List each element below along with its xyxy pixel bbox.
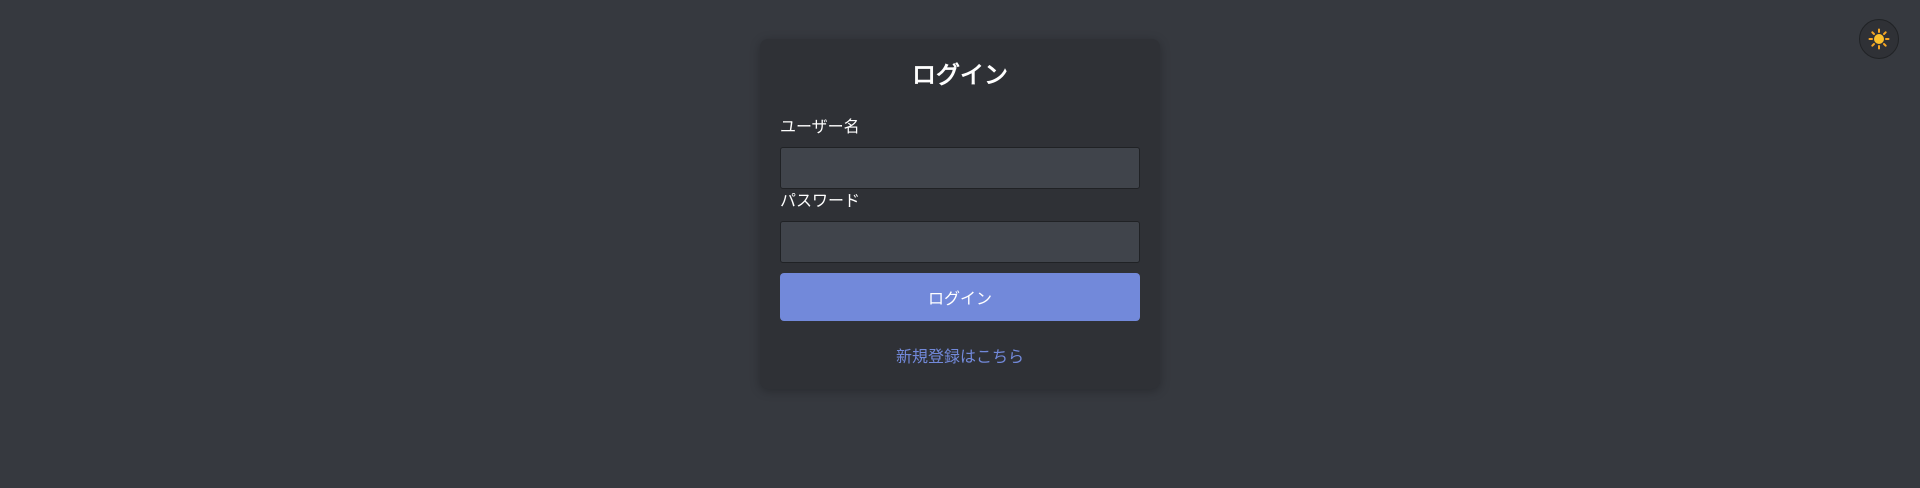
username-label: ユーザー名 (780, 117, 860, 136)
theme-toggle-button[interactable] (1859, 19, 1899, 59)
login-button[interactable]: ログイン (780, 273, 1140, 321)
password-input[interactable] (780, 221, 1140, 263)
login-card: ログイン ユーザー名 パスワード ログイン 新規登録はこちら (760, 39, 1160, 389)
password-label: パスワード (780, 191, 861, 210)
page-title: ログイン (912, 61, 1008, 89)
username-input[interactable] (780, 147, 1140, 189)
sun-icon (1868, 28, 1890, 50)
register-link[interactable]: 新規登録はこちら (760, 347, 1160, 367)
